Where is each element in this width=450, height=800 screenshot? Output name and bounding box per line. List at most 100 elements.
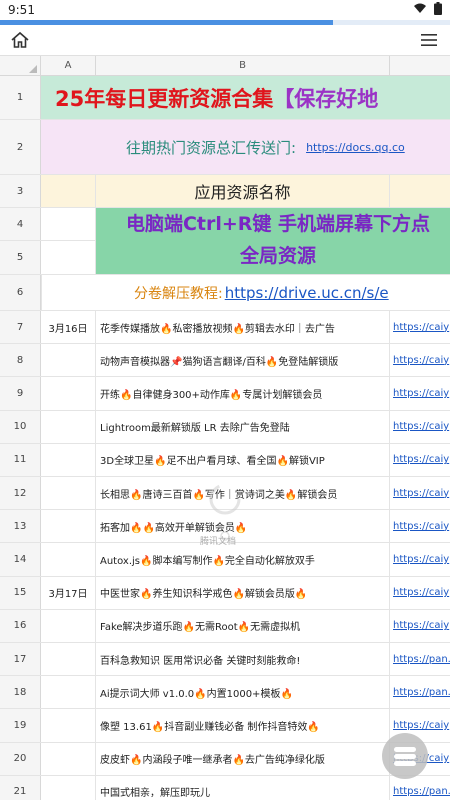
date-cell[interactable] [41,443,96,476]
resource-link-cell[interactable]: https://caiy [390,610,450,642]
resource-link-cell[interactable]: https://caiy [390,477,450,509]
resource-link-cell[interactable]: https://caiy [390,543,450,575]
resource-name-cell[interactable]: Fake解决步道乐跑🔥无需Root🔥无需虚拟机 [96,609,390,642]
top-toolbar [0,25,450,56]
table-row: 21 中国式相亲，解压即玩儿 https://pan. [0,775,450,800]
table-row: 16 Fake解决步道乐跑🔥无需Root🔥无需虚拟机 https://caiy [0,609,450,643]
status-time: 9:51 [8,3,35,17]
row-number[interactable]: 20 [0,742,41,775]
resource-link-cell[interactable]: https://caiy [390,377,450,409]
date-cell[interactable]: 3月17日 [41,576,96,609]
banner-link[interactable]: https://docs.qq.co [306,141,405,154]
row-number[interactable]: 12 [0,477,41,510]
date-cell[interactable] [41,477,96,510]
row-number[interactable]: 3 [0,175,41,207]
menu-icon[interactable] [420,31,438,49]
tutorial-label: 分卷解压教程: [134,285,223,302]
date-cell[interactable] [41,410,96,443]
resource-link-cell[interactable]: https://caiy [390,444,450,476]
wifi-icon [414,3,426,13]
resource-name-cell[interactable]: 皮皮虾🔥内涵段子唯一继承者🔥去广告纯净绿化版 [96,742,390,775]
resource-link-cell[interactable]: https://pan. [390,776,450,800]
banner-text: 往期热门资源总汇传送门: [126,138,297,157]
resource-name-cell[interactable]: 花季传媒播放🔥私密播放视频🔥剪辑去水印｜去广告 [96,311,390,344]
resource-name-cell[interactable]: 开练🔥自律健身300+动作库🔥专属计划解锁会员 [96,377,390,410]
table-row: 9 开练🔥自律健身300+动作库🔥专属计划解锁会员 https://caiy [0,377,450,411]
resource-name-cell[interactable]: 3D全球卫星🔥足不出户看月球、看全国🔥解锁VIP [96,443,390,476]
date-cell[interactable] [41,742,96,775]
date-cell[interactable] [41,775,96,800]
tutorial-cell[interactable]: 分卷解压教程: https://drive.uc.cn/s/e [41,275,450,310]
date-cell[interactable] [41,709,96,742]
row-number[interactable]: 19 [0,709,41,742]
resource-name-cell[interactable]: 百科急救知识 医用常识必备 关键时刻能救命! [96,643,390,676]
date-cell[interactable] [41,377,96,410]
resource-name-cell[interactable]: 长相思🔥唐诗三百首🔥写作｜赏诗词之美🔥解锁会员 [96,477,390,510]
resource-link-cell[interactable]: https://pan. [390,643,450,675]
stack-icon [394,747,416,766]
resource-name-cell[interactable]: 中医世家🔥养生知识科学戒色🔥解锁会员版🔥 [96,576,390,609]
resource-name-cell[interactable]: 拓客加🔥🔥高效开单解锁会员🔥 [96,510,390,543]
date-cell[interactable]: 3月16日 [41,311,96,344]
table-row: 19 像塑 13.61🔥抖音副业赚钱必备 制作抖音特效🔥 https://caiy [0,709,450,743]
resource-name-cell[interactable]: 中国式相亲，解压即玩儿 [96,775,390,800]
row-number[interactable]: 6 [0,275,41,310]
row-number[interactable]: 21 [0,775,41,800]
resource-name-cell[interactable]: 动物声音模拟器📌猫狗语言翻译/百科🔥免登陆解锁版 [96,344,390,377]
row-number[interactable]: 11 [0,443,41,476]
home-icon[interactable] [10,30,30,50]
status-bar: 9:51 [0,0,450,20]
cell-a3[interactable] [41,175,96,207]
resource-name-cell[interactable]: Autox.js🔥脚本编写制作🔥完全自动化解放双手 [96,543,390,576]
resource-link-cell[interactable]: https://caiy [390,411,450,443]
resource-name-cell[interactable]: Lightroom最新解锁版 LR 去除广告免登陆 [96,410,390,443]
sheet-title: 25年每日更新资源合集【保存好地 [55,86,379,111]
date-cell[interactable] [41,676,96,709]
row-number[interactable]: 14 [0,543,41,576]
date-cell[interactable] [41,643,96,676]
resource-link-cell[interactable]: https://caiy [390,311,450,343]
column-header-a[interactable]: A [41,56,96,76]
section-header-cell[interactable]: 应用资源名称 [96,175,390,207]
column-header-bar: A B [0,56,450,76]
row-number[interactable]: 18 [0,676,41,709]
resource-link-cell[interactable]: https://caiy [390,344,450,376]
banner-cell[interactable]: 往期热门资源总汇传送门: https://docs.qq.co [41,120,450,174]
row-number[interactable]: 2 [0,120,41,174]
row-number[interactable]: 13 [0,510,41,543]
date-cell[interactable] [41,609,96,642]
resource-link-cell[interactable]: https://caiy [390,510,450,542]
date-cell[interactable] [41,344,96,377]
date-cell[interactable] [41,543,96,576]
row-number[interactable]: 4 [0,208,41,240]
table-row: 18 Ai提示词大师 v1.0.0🔥内置1000+模板🔥 https://pan. [0,676,450,710]
tutorial-link[interactable]: https://drive.uc.cn/s/e [225,284,389,302]
sheet-row-6: 6 分卷解压教程: https://drive.uc.cn/s/e [0,275,450,311]
row-number[interactable]: 15 [0,576,41,609]
row-number[interactable]: 7 [0,311,41,344]
spreadsheet[interactable]: A B 1 25年每日更新资源合集【保存好地 2 往期热门资源总汇传送门: ht… [0,56,450,800]
row-number[interactable]: 1 [0,76,41,119]
resource-name-cell[interactable]: Ai提示词大师 v1.0.0🔥内置1000+模板🔥 [96,676,390,709]
row-number[interactable]: 9 [0,377,41,410]
resource-link-cell[interactable]: https://pan. [390,676,450,708]
cell-a5[interactable] [41,241,96,274]
select-all-corner[interactable] [0,56,41,76]
row-number[interactable]: 17 [0,643,41,676]
column-header-b[interactable]: B [96,56,390,76]
table-row: 10 Lightroom最新解锁版 LR 去除广告免登陆 https://caiy [0,410,450,444]
row-number[interactable]: 8 [0,344,41,377]
row-number[interactable]: 16 [0,609,41,642]
table-row: 12 长相思🔥唐诗三百首🔥写作｜赏诗词之美🔥解锁会员 https://caiy [0,477,450,511]
date-cell[interactable] [41,510,96,543]
notice-cell[interactable]: 电脑端Ctrl+R键 手机端屏幕下方点 全局资源 [96,208,450,274]
title-cell[interactable]: 25年每日更新资源合集【保存好地 [41,76,450,119]
table-row: 8 动物声音模拟器📌猫狗语言翻译/百科🔥免登陆解锁版 https://caiy [0,344,450,378]
cell-a4[interactable] [41,208,96,240]
row-number[interactable]: 10 [0,410,41,443]
floating-menu-button[interactable] [382,733,428,779]
resource-link-cell[interactable]: https://caiy [390,577,450,609]
cell-c3[interactable] [390,175,450,207]
row-number[interactable]: 5 [0,241,41,274]
resource-name-cell[interactable]: 像塑 13.61🔥抖音副业赚钱必备 制作抖音特效🔥 [96,709,390,742]
